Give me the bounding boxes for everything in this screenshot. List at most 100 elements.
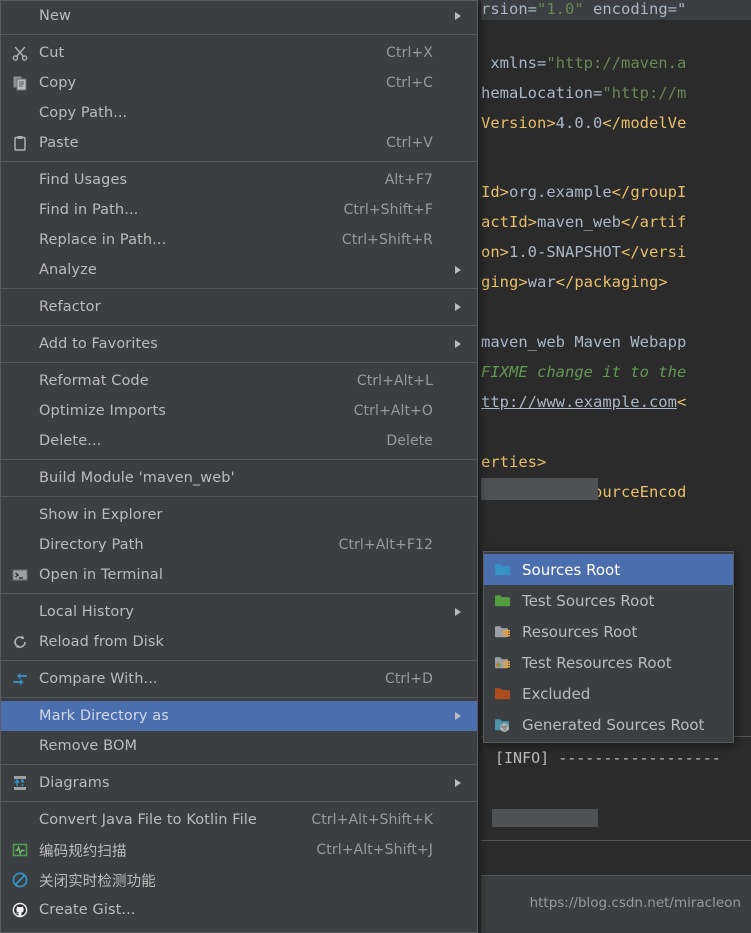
menu-item-编码规约扫描[interactable]: 编码规约扫描 Ctrl+Alt+Shift+J — [1, 835, 477, 865]
menu-item-关闭实时检测功能[interactable]: 关闭实时检测功能 — [1, 865, 477, 895]
menu-separator — [1, 496, 477, 497]
menu-item-icon-slot — [1, 731, 39, 761]
menu-separator — [1, 660, 477, 661]
chevron-right-icon — [447, 303, 477, 311]
menu-item-remove-bom[interactable]: Remove BOM — [1, 731, 477, 761]
submenu-item-test-sources-root[interactable]: Test Sources Root — [484, 585, 733, 616]
menu-item-icon-slot — [1, 530, 39, 560]
submenu-item-label: Sources Root — [522, 560, 621, 579]
code-line: rsion="1.0" encoding=" — [481, 0, 686, 18]
paste-icon — [1, 128, 39, 158]
menu-item-label: Mark Directory as — [39, 708, 169, 724]
menu-item-reload-from-disk[interactable]: Reload from Disk — [1, 627, 477, 657]
folder-generated-icon — [484, 717, 522, 733]
terminal-icon — [1, 560, 39, 590]
context-menu[interactable]: New Cut Ctrl+X Copy Ctrl+C Copy Path... Paste C… — [0, 0, 478, 933]
chevron-right-icon — [447, 779, 477, 787]
submenu-item-resources-root[interactable]: Resources Root — [484, 616, 733, 647]
menu-item-delete[interactable]: Delete... Delete — [1, 426, 477, 456]
menu-item-shortcut: Alt+F7 — [384, 172, 433, 188]
menu-item-label: Refactor — [39, 299, 101, 315]
menu-item-label: Diagrams — [39, 775, 110, 791]
menu-item-create-gist[interactable]: Create Gist... — [1, 895, 477, 925]
menu-separator — [1, 288, 477, 289]
menu-item-find-in-path[interactable]: Find in Path... Ctrl+Shift+F — [1, 195, 477, 225]
menu-item-label: Remove BOM — [39, 738, 138, 754]
menu-item-icon-slot — [1, 396, 39, 426]
scissors-icon — [1, 38, 39, 68]
mark-directory-as-submenu[interactable]: Sources Root Test Sources Root Resources R… — [483, 551, 734, 743]
menu-item-label: Directory Path — [39, 537, 144, 553]
submenu-item-test-resources-root[interactable]: Test Resources Root — [484, 647, 733, 678]
submenu-item-label: Resources Root — [522, 622, 638, 641]
code-token: xmlns= — [481, 54, 547, 72]
menu-item-diagrams[interactable]: Diagrams — [1, 768, 477, 798]
code-token: maven_web — [537, 213, 621, 231]
menu-item-label: Reformat Code — [39, 373, 149, 389]
menu-item-label: Find Usages — [39, 172, 128, 188]
editor-top-strip — [481, 20, 751, 28]
menu-item-icon-slot — [1, 292, 39, 322]
menu-separator — [1, 764, 477, 765]
compare-icon — [1, 664, 39, 694]
code-token: ging> — [481, 273, 528, 291]
menu-item-paste[interactable]: Paste Ctrl+V — [1, 128, 477, 158]
menu-separator — [1, 362, 477, 363]
menu-item-cut[interactable]: Cut Ctrl+X — [1, 38, 477, 68]
code-token: </artif — [621, 213, 687, 231]
code-token: FIXME change it to the — [481, 363, 687, 381]
menu-item-build-module-maven-web[interactable]: Build Module 'maven_web' — [1, 463, 477, 493]
disable-icon — [1, 865, 39, 895]
code-token: on> — [481, 243, 509, 261]
menu-item-label: Add to Favorites — [39, 336, 158, 352]
code-token: maven_web Maven Webapp — [481, 333, 687, 351]
menu-item-icon-slot — [1, 463, 39, 493]
submenu-item-generated-sources-root[interactable]: Generated Sources Root — [484, 709, 733, 740]
code-token: < — [676, 393, 687, 411]
menu-item-shortcut: Ctrl+Alt+F12 — [338, 537, 433, 553]
menu-item-show-in-explorer[interactable]: Show in Explorer — [1, 500, 477, 530]
chevron-right-icon — [447, 12, 477, 20]
menu-item-reformat-code[interactable]: Reformat Code Ctrl+Alt+L — [1, 366, 477, 396]
menu-item-replace-in-path[interactable]: Replace in Path... Ctrl+Shift+R — [1, 225, 477, 255]
submenu-item-sources-root[interactable]: Sources Root — [484, 554, 733, 585]
code-line: erties> — [481, 453, 546, 471]
menu-item-label: Open in Terminal — [39, 567, 164, 583]
menu-item-icon-slot — [1, 426, 39, 456]
submenu-item-excluded[interactable]: Excluded — [484, 678, 733, 709]
menu-item-add-to-favorites[interactable]: Add to Favorites — [1, 329, 477, 359]
menu-item-convert-java-file-to-kotlin-file[interactable]: Convert Java File to Kotlin File Ctrl+Alt… — [1, 805, 477, 835]
menu-item-copy[interactable]: Copy Ctrl+C — [1, 68, 477, 98]
console-info-line: [INFO] ------------------ — [495, 749, 721, 767]
menu-item-optimize-imports[interactable]: Optimize Imports Ctrl+Alt+O — [1, 396, 477, 426]
menu-item-icon-slot — [1, 225, 39, 255]
menu-item-label: Delete... — [39, 433, 102, 449]
menu-item-compare-with[interactable]: Compare With... Ctrl+D — [1, 664, 477, 694]
code-line: xmlns="http://maven.a — [481, 54, 686, 72]
menu-item-label: Cut — [39, 45, 65, 61]
menu-item-new[interactable]: New — [1, 1, 477, 31]
menu-item-find-usages[interactable]: Find Usages Alt+F7 — [1, 165, 477, 195]
code-fold-highlight — [481, 478, 598, 500]
code-line: ttp://www.example.com< — [481, 393, 686, 411]
menu-item-open-in-terminal[interactable]: Open in Terminal — [1, 560, 477, 590]
console-selection-highlight — [492, 809, 598, 827]
folder-resources-icon — [484, 624, 522, 640]
code-token: </packaging> — [555, 273, 668, 291]
menu-item-label: Replace in Path... — [39, 232, 167, 248]
chevron-right-icon — [447, 712, 477, 720]
code-token: erties> — [481, 453, 547, 471]
menu-item-local-history[interactable]: Local History — [1, 597, 477, 627]
code-token: Id> — [481, 183, 509, 201]
menu-item-icon-slot — [1, 366, 39, 396]
menu-item-mark-directory-as[interactable]: Mark Directory as — [1, 701, 477, 731]
menu-item-refactor[interactable]: Refactor — [1, 292, 477, 322]
menu-item-copy-path[interactable]: Copy Path... — [1, 98, 477, 128]
menu-item-shortcut: Ctrl+X — [386, 45, 433, 61]
menu-item-shortcut: Ctrl+V — [386, 135, 433, 151]
menu-item-analyze[interactable]: Analyze — [1, 255, 477, 285]
menu-item-shortcut: Ctrl+Shift+R — [341, 232, 433, 248]
menu-item-label: Create Gist... — [39, 902, 136, 918]
chevron-right-icon — [447, 608, 477, 616]
menu-item-directory-path[interactable]: Directory Path Ctrl+Alt+F12 — [1, 530, 477, 560]
